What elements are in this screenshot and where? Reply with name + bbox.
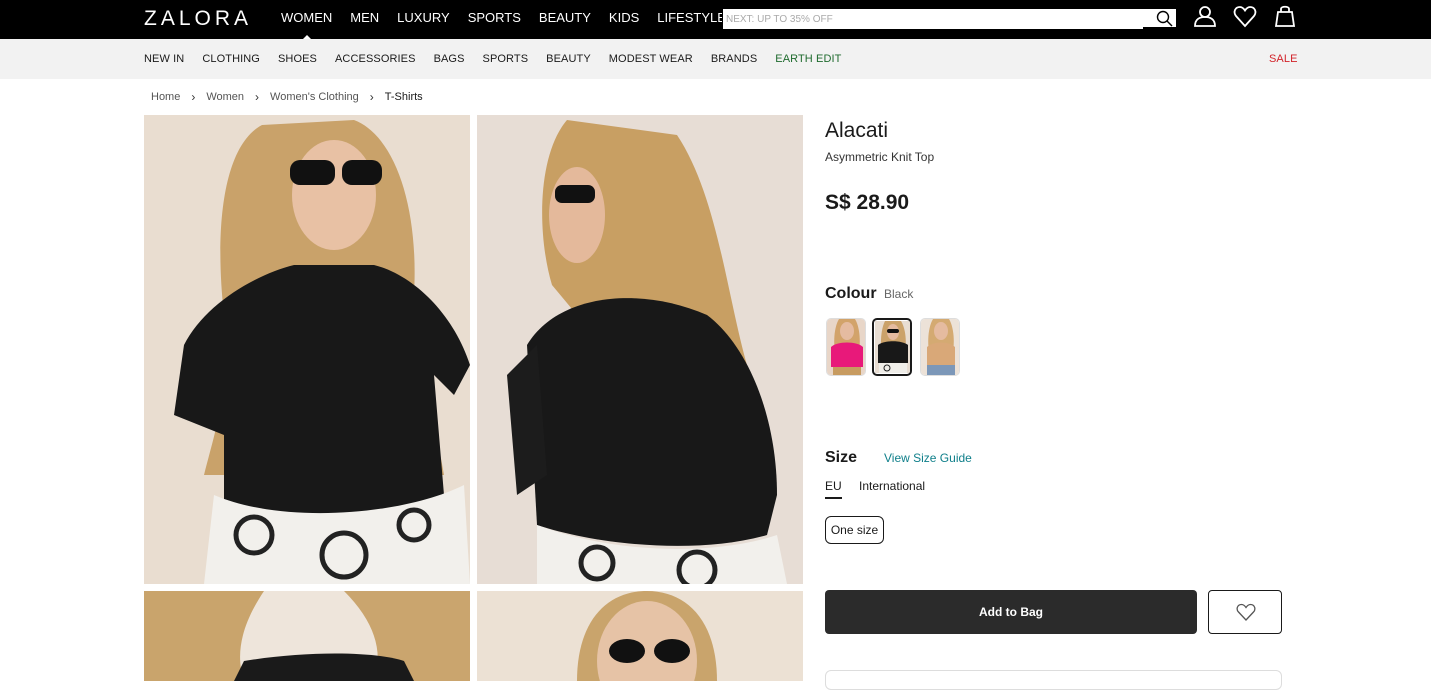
colour-swatch-beige[interactable] — [920, 318, 960, 376]
cat-new-in[interactable]: NEW IN — [144, 39, 184, 79]
account-icon[interactable] — [1192, 4, 1218, 30]
product-name: Asymmetric Knit Top — [825, 150, 935, 164]
top-header: ZALORA WOMEN MEN LUXURY SPORTS BEAUTY KI… — [0, 0, 1431, 42]
product-brand[interactable]: Alacati — [825, 119, 888, 143]
heart-icon — [1236, 603, 1256, 621]
breadcrumb-current: T-Shirts — [384, 91, 423, 103]
search-box — [722, 8, 1177, 29]
cat-clothing[interactable]: CLOTHING — [202, 39, 260, 79]
nav-kids[interactable]: KIDS — [609, 0, 639, 39]
main-nav: WOMEN MEN LUXURY SPORTS BEAUTY KIDS LIFE… — [281, 0, 744, 42]
nav-women[interactable]: WOMEN — [281, 0, 332, 42]
info-card — [825, 670, 1282, 690]
breadcrumb-women[interactable]: Women — [206, 91, 244, 103]
cat-earth-edit[interactable]: EARTH EDIT — [775, 39, 841, 79]
cat-brands[interactable]: BRANDS — [711, 39, 757, 79]
product-price: S$ 28.90 — [825, 191, 910, 214]
colour-swatch-black[interactable] — [872, 318, 912, 376]
header-icons — [1192, 4, 1312, 30]
product-image-closeup[interactable] — [144, 591, 470, 681]
nav-men[interactable]: MEN — [350, 0, 379, 39]
add-to-bag-button[interactable]: Add to Bag — [825, 590, 1197, 634]
product-image-side[interactable] — [477, 115, 803, 584]
search-input[interactable] — [723, 10, 1143, 29]
chevron-right-icon: › — [369, 90, 374, 104]
category-bar: NEW IN CLOTHING SHOES ACCESSORIES BAGS S… — [0, 39, 1431, 79]
chevron-right-icon: › — [255, 90, 260, 104]
cat-beauty[interactable]: BEAUTY — [546, 39, 591, 79]
size-tab-eu[interactable]: EU — [825, 479, 842, 499]
size-tab-international[interactable]: International — [859, 479, 925, 497]
bag-icon[interactable] — [1272, 4, 1298, 30]
size-label: Size — [825, 449, 858, 466]
cat-sale[interactable]: SALE — [1269, 39, 1298, 79]
colour-swatch-pink[interactable] — [826, 318, 866, 376]
product-image-front[interactable] — [144, 115, 470, 584]
cat-bags[interactable]: BAGS — [434, 39, 465, 79]
colour-value: Black — [884, 287, 914, 301]
add-to-wishlist-button[interactable] — [1208, 590, 1282, 634]
size-guide-link[interactable]: View Size Guide — [884, 451, 972, 465]
search-icon[interactable] — [1156, 10, 1173, 27]
chevron-right-icon: › — [191, 90, 196, 104]
cat-shoes[interactable]: SHOES — [278, 39, 317, 79]
nav-beauty[interactable]: BEAUTY — [539, 0, 591, 39]
size-option-one-size[interactable]: One size — [825, 516, 884, 544]
wishlist-icon[interactable] — [1232, 4, 1258, 30]
breadcrumb: Home › Women › Women's Clothing › T-Shir… — [151, 90, 423, 104]
cat-modest-wear[interactable]: MODEST WEAR — [609, 39, 693, 79]
colour-label: Colour — [825, 285, 877, 302]
zalora-logo[interactable]: ZALORA — [144, 7, 252, 31]
breadcrumb-womens-clothing[interactable]: Women's Clothing — [270, 91, 359, 103]
product-image-face[interactable] — [477, 591, 803, 681]
nav-sports[interactable]: SPORTS — [468, 0, 521, 39]
cat-sports[interactable]: SPORTS — [483, 39, 529, 79]
nav-luxury[interactable]: LUXURY — [397, 0, 450, 39]
cat-accessories[interactable]: ACCESSORIES — [335, 39, 416, 79]
nav-lifestyle[interactable]: LIFESTYLE — [657, 0, 726, 39]
breadcrumb-home[interactable]: Home — [151, 91, 180, 103]
